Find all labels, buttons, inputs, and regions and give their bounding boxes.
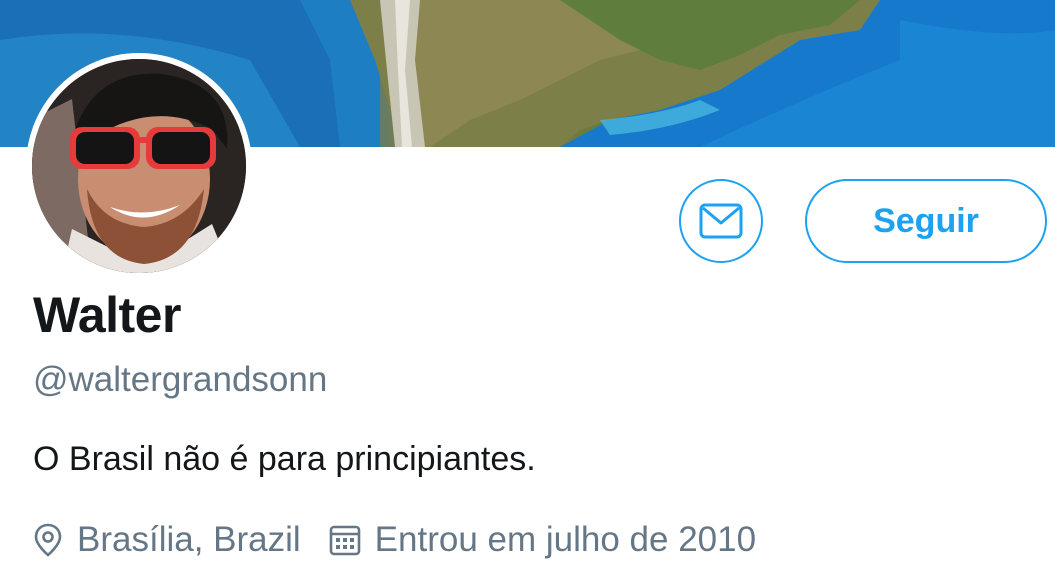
display-name: Walter [33,287,181,343]
joined-date-text: Entrou em julho de 2010 [374,520,757,559]
user-handle: @waltergrandsonn [33,360,328,399]
joined-item: Entrou em julho de 2010 [329,520,756,560]
location-pin-icon [33,523,63,557]
message-button[interactable] [679,179,763,263]
follow-button[interactable]: Seguir [805,179,1047,263]
profile-bio: O Brasil não é para principiantes. [33,440,536,478]
envelope-icon [699,203,743,239]
avatar-photo [32,59,246,273]
location-text: Brasília, Brazil [77,520,301,559]
avatar[interactable] [26,53,252,279]
profile-header: Seguir Walter @waltergrandsonn O Brasil … [0,0,1055,573]
location-item: Brasília, Brazil [33,520,301,560]
profile-meta: Brasília, Brazil Entrou em julho de 2010 [33,516,756,564]
follow-button-label: Seguir [873,201,979,240]
calendar-icon [329,524,361,556]
